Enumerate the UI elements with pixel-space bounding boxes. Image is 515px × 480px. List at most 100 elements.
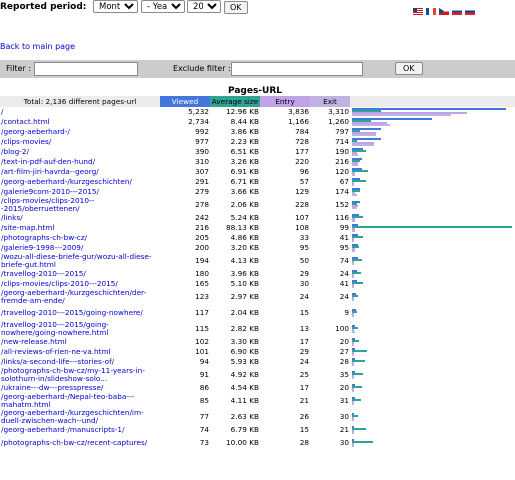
exit-cell: 30	[339, 438, 349, 447]
url-link[interactable]: /photographs-ch-bw-cz/recent-captures/	[1, 438, 147, 447]
table-row: /photographs-ch-bw-cz/recent-captures/73…	[0, 435, 515, 451]
exit-bar	[352, 144, 374, 146]
table-row: /site-map.html 216 88.13 KB 108 99	[0, 223, 515, 233]
url-link[interactable]: /art-film-jiri-havrda--georg/	[1, 167, 99, 176]
month-select[interactable]: Monthly	[93, 0, 138, 13]
french-flag-icon[interactable]	[426, 8, 436, 15]
russian-flag-icon[interactable]	[465, 8, 475, 15]
url-link[interactable]: /site-map.html	[1, 223, 54, 232]
url-cell: /new-release.html	[0, 337, 160, 347]
back-to-main-link[interactable]: Back to main page	[0, 42, 75, 51]
avg-size-cell: 3.20 KB	[230, 243, 259, 252]
viewed-cell: 73	[199, 438, 209, 447]
exit-cell: 152	[335, 200, 349, 209]
entry-cell: 784	[295, 127, 309, 136]
exit-cell: 35	[339, 370, 349, 379]
exit-cell: 190	[335, 147, 349, 156]
url-link[interactable]: /new-release.html	[1, 337, 67, 346]
url-cell: /georg-aeberhard-/Nepal-teo-baba---mahat…	[0, 393, 160, 409]
url-link[interactable]: /georg-aeberhard-/kurzgeschichten/der-fr…	[1, 288, 146, 305]
url-link[interactable]: /georg-aeberhard-/	[1, 127, 70, 136]
url-link[interactable]: /galerie9-1998---2009/	[1, 243, 83, 252]
url-link[interactable]: /contact.html	[1, 117, 50, 126]
url-link[interactable]: /georg-aeberhard-/manuscripts-1/	[1, 425, 125, 434]
avg-size-cell: 88.13 KB	[226, 223, 259, 232]
table-row: /photographs-ch-bw-cz/205 4.86 KB 33 41	[0, 233, 515, 243]
exit-bar	[352, 250, 355, 252]
viewed-cell: 279	[195, 187, 209, 196]
graph-cell	[350, 177, 515, 187]
graph-cell	[350, 367, 515, 383]
exit-bar	[352, 220, 355, 222]
url-link[interactable]: /	[1, 107, 3, 116]
exit-cell: 67	[339, 177, 349, 186]
graph-cell	[350, 253, 515, 269]
avg-size-cell: 6.79 KB	[230, 425, 259, 434]
exit-cell: 99	[339, 223, 349, 232]
url-link[interactable]: /clips-movies/clips-2010---2015/oberruet…	[1, 196, 94, 213]
exit-bar	[352, 403, 354, 405]
exit-bar	[352, 184, 354, 186]
entry-cell: 15	[299, 308, 309, 317]
entry-cell: 26	[299, 412, 309, 421]
table-row: /all-reviews-of-rien-ne-va.html 101 6.90 K…	[0, 347, 515, 357]
entry-cell: 24	[299, 292, 309, 301]
url-cell: /travellog-2010---2015/	[0, 269, 160, 279]
viewed-cell: 242	[195, 213, 209, 222]
english-flag-icon[interactable]	[413, 8, 423, 15]
exclude-filter-input[interactable]	[231, 62, 363, 76]
url-link[interactable]: /galerie9com-2010---2015/	[1, 187, 99, 196]
exit-cell: 174	[335, 187, 349, 196]
avg-size-cell: 6.51 KB	[230, 147, 259, 156]
url-link[interactable]: /georg-aeberhard-/kurzgeschichten/	[1, 177, 132, 186]
slovak-flag-icon[interactable]	[452, 8, 462, 15]
url-link[interactable]: /georg-aeberhard-/kurzgeschichten/im-due…	[1, 408, 144, 425]
exit-cell: 120	[335, 167, 349, 176]
url-link[interactable]: /travellog-2010---2015/going-nowhere/goi…	[1, 320, 109, 337]
entry-cell: 21	[299, 396, 309, 405]
table-header-row: Total: 2,136 different pages-url Viewed …	[0, 96, 515, 107]
url-link[interactable]: /photographs-ch-bw-cz/	[1, 233, 87, 242]
table-row: /travellog-2010---2015/going-nowhere/goi…	[0, 321, 515, 337]
url-cell: /site-map.html	[0, 223, 160, 233]
url-link[interactable]: /travellog-2010---2015/	[1, 269, 86, 278]
url-cell: /clips-movies/clips-2010---2015/oberruet…	[0, 197, 160, 213]
filter-ok-button[interactable]: OK	[395, 62, 423, 75]
url-link[interactable]: /travellog-2010---2015/going-nowhere/	[1, 308, 143, 317]
table-row: /contact.html 2,734 8.44 KB 1,166 1,260	[0, 117, 515, 127]
czech-flag-icon[interactable]	[439, 8, 449, 15]
url-link[interactable]: /wozu-all-diese-briefe-gur/wozu-all-dies…	[1, 252, 152, 269]
year-period-select[interactable]: - Year -	[141, 0, 185, 13]
url-link[interactable]: /blog-2/	[1, 147, 29, 156]
period-ok-button[interactable]: OK	[224, 1, 248, 14]
url-link[interactable]: /all-reviews-of-rien-ne-va.html	[1, 347, 111, 356]
graph-header	[350, 96, 515, 107]
year-select[interactable]: 2024	[187, 0, 221, 13]
viewed-cell: 165	[195, 279, 209, 288]
url-link[interactable]: /links/a-second-life---stories-of/	[1, 357, 114, 366]
avg-size-cell: 4.86 KB	[230, 233, 259, 242]
url-link[interactable]: /clips-movies/	[1, 137, 51, 146]
graph-cell	[350, 127, 515, 137]
entry-cell: 17	[299, 337, 309, 346]
exit-cell: 24	[339, 269, 349, 278]
exit-cell: 41	[339, 279, 349, 288]
graph-cell	[350, 167, 515, 177]
exit-bar	[352, 286, 354, 288]
filter-input[interactable]	[34, 62, 138, 76]
total-pages-label: Total: 2,136 different pages-url	[0, 96, 160, 107]
avg-size-cell: 5.93 KB	[230, 357, 259, 366]
url-link[interactable]: /text-in-pdf-auf-den-hund/	[1, 157, 95, 166]
url-link[interactable]: /links/	[1, 213, 23, 222]
avg-size-cell: 4.13 KB	[230, 256, 259, 265]
avg-size-cell: 12.96 KB	[226, 107, 259, 116]
url-link[interactable]: /photographs-ch-bw-cz/my-11-years-in-sol…	[1, 366, 145, 383]
table-row: /blog-2/390 6.51 KB 177 190	[0, 147, 515, 157]
url-link[interactable]: /georg-aeberhard-/Nepal-teo-baba---mahat…	[1, 392, 134, 409]
graph-cell	[350, 279, 515, 289]
url-link[interactable]: /clips-movies/clips-2010---2015/	[1, 279, 118, 288]
viewed-cell: 123	[195, 292, 209, 301]
graph-cell	[350, 347, 515, 357]
url-link[interactable]: /ukraine---dw---presspresse/	[1, 383, 103, 392]
table-row: /art-film-jiri-havrda--georg/307 6.91 KB 9…	[0, 167, 515, 177]
